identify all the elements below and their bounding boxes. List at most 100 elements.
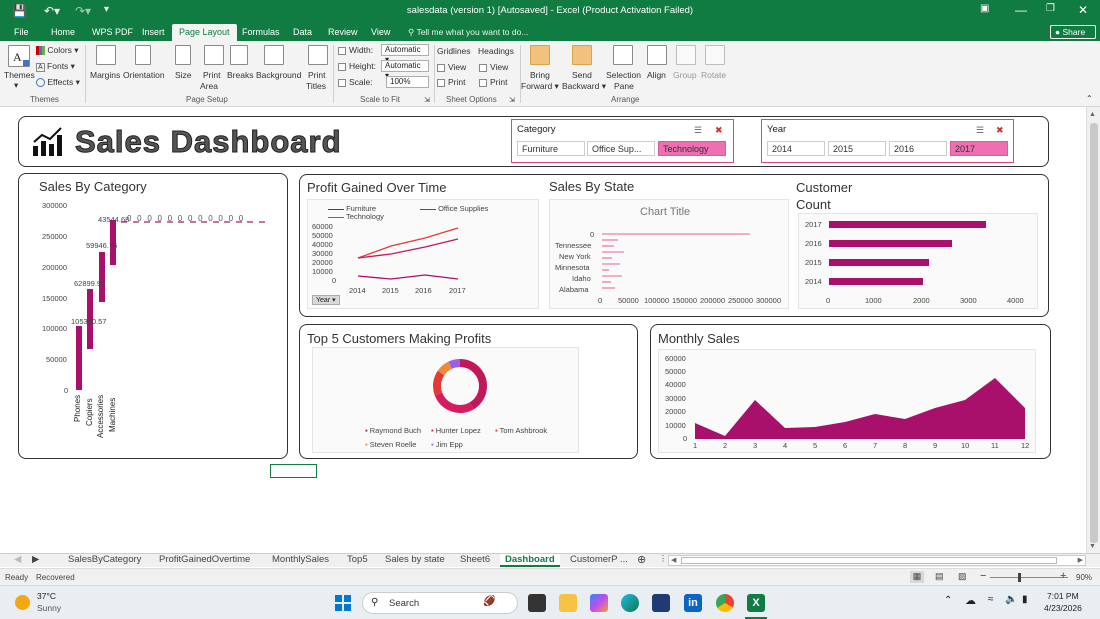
print-titles-button-line2[interactable]: Titles bbox=[306, 81, 326, 92]
sheet-tab-sheet6[interactable]: Sheet6 bbox=[460, 554, 490, 567]
bring-forward-icon[interactable] bbox=[530, 45, 550, 65]
sheet-options-dialog-launcher-icon[interactable]: ⇲ bbox=[509, 95, 515, 106]
orientation-icon[interactable] bbox=[135, 45, 151, 65]
horizontal-scrollbar[interactable]: ◀ ▶ bbox=[668, 555, 1086, 566]
bar-phones[interactable] bbox=[76, 326, 82, 390]
restore-icon[interactable]: ❐ bbox=[1046, 3, 1055, 14]
line-furniture[interactable] bbox=[357, 274, 459, 280]
clear-filter-icon[interactable]: ✖ bbox=[715, 125, 723, 136]
volume-icon[interactable]: 🔈 bbox=[1005, 594, 1017, 605]
multi-select-icon[interactable]: ☰ bbox=[976, 125, 984, 136]
page-break-preview-icon[interactable]: ▧ bbox=[958, 571, 967, 582]
print-area-button-line2[interactable]: Area bbox=[200, 81, 218, 92]
orientation-button[interactable]: Orientation bbox=[123, 70, 165, 81]
monthly-sales-area[interactable] bbox=[695, 378, 1025, 439]
tell-me-search[interactable]: ⚲ Tell me what you want to do... bbox=[408, 27, 528, 38]
sheet-tab-customerp[interactable]: CustomerP ... bbox=[570, 554, 628, 567]
tab-page-layout[interactable]: Page Layout bbox=[172, 24, 237, 41]
onedrive-icon[interactable]: ☁ bbox=[965, 594, 976, 607]
effects-button[interactable]: Effects ▾ bbox=[36, 77, 80, 88]
scroll-tabs-right-icon[interactable]: ▶ bbox=[32, 554, 39, 567]
scale-spinner[interactable]: 100% bbox=[386, 76, 429, 88]
background-icon[interactable] bbox=[264, 45, 284, 65]
bar-2016[interactable] bbox=[829, 240, 952, 247]
battery-icon[interactable]: ▮ bbox=[1022, 594, 1028, 605]
normal-view-icon[interactable]: ▦ bbox=[910, 571, 924, 583]
scroll-right-icon[interactable]: ▶ bbox=[1078, 556, 1083, 564]
bring-forward-button-line2[interactable]: Forward ▾ bbox=[521, 81, 559, 92]
rotate-button[interactable]: Rotate bbox=[701, 70, 726, 81]
profit-lines[interactable] bbox=[344, 224, 534, 284]
sheet-tab-profitgainedovertime[interactable]: ProfitGainedOvertime bbox=[159, 554, 250, 567]
scale-dialog-launcher-icon[interactable]: ⇲ bbox=[424, 95, 430, 106]
selection-pane-button-line2[interactable]: Pane bbox=[614, 81, 634, 92]
colors-button[interactable]: Colors ▾ bbox=[36, 45, 79, 56]
customer-count-chart[interactable]: 2017 2016 2015 2014 0 1000 2000 3000 400… bbox=[798, 213, 1038, 309]
year-slicer[interactable]: Year ☰ ✖ 2014 2015 2016 2017 bbox=[761, 119, 1014, 163]
zoom-slider-thumb[interactable] bbox=[1018, 573, 1021, 582]
send-backward-button-line2[interactable]: Backward ▾ bbox=[562, 81, 606, 92]
profit-over-time-chart[interactable]: Furniture Office Supplies Technology 600… bbox=[307, 199, 539, 309]
background-button[interactable]: Background bbox=[256, 70, 301, 81]
sheet-tab-dashboard[interactable]: Dashboard bbox=[500, 554, 560, 567]
tab-wps-pdf[interactable]: WPS PDF bbox=[92, 27, 133, 37]
scroll-up-icon[interactable]: ▲ bbox=[1089, 111, 1096, 118]
monthly-sales-chart[interactable]: 60000 50000 40000 30000 20000 10000 0 1 … bbox=[658, 349, 1036, 453]
slicer-item-2017[interactable]: 2017 bbox=[950, 141, 1008, 156]
tab-home[interactable]: Home bbox=[51, 27, 75, 37]
slicer-item-2015[interactable]: 2015 bbox=[828, 141, 886, 156]
slicer-item-furniture[interactable]: Furniture bbox=[517, 141, 585, 156]
align-icon[interactable] bbox=[647, 45, 667, 65]
vertical-scrollbar[interactable]: ▲ ▼ bbox=[1086, 107, 1100, 553]
windows-start-icon[interactable] bbox=[334, 594, 352, 612]
horizontal-scroll-thumb[interactable] bbox=[681, 557, 1057, 564]
show-hidden-icons[interactable]: ⌃ bbox=[944, 595, 952, 606]
headings-print-checkbox[interactable]: Print bbox=[479, 77, 507, 88]
print-area-button[interactable]: Print bbox=[203, 70, 220, 81]
worksheet[interactable]: Sales Dashboard Category ☰ ✖ Furniture O… bbox=[0, 107, 1086, 553]
scroll-thumb[interactable] bbox=[1090, 123, 1098, 543]
size-icon[interactable] bbox=[175, 45, 191, 65]
slicer-item-technology[interactable]: Technology bbox=[658, 141, 726, 156]
share-button[interactable]: ● Share bbox=[1050, 25, 1096, 39]
size-button[interactable]: Size bbox=[175, 70, 192, 81]
tab-options-icon[interactable]: ⋮ bbox=[659, 554, 667, 567]
sales-by-state-chart[interactable]: Chart Title 0 Tennessee New York Minneso… bbox=[549, 199, 789, 309]
tab-view[interactable]: View bbox=[371, 27, 390, 37]
selected-cell[interactable] bbox=[270, 464, 317, 478]
monthly-area[interactable] bbox=[693, 356, 1033, 440]
themes-dropdown-icon[interactable]: ▾ bbox=[14, 80, 18, 91]
breaks-icon[interactable] bbox=[230, 45, 248, 65]
task-view-icon[interactable] bbox=[528, 594, 546, 612]
align-button[interactable]: Align bbox=[647, 70, 666, 81]
scroll-left-icon[interactable]: ◀ bbox=[671, 556, 676, 564]
height-dropdown[interactable]: Automatic ▾ bbox=[381, 60, 429, 80]
scroll-tabs-left-icon[interactable]: ◀ bbox=[14, 554, 21, 567]
bring-forward-button[interactable]: Bring bbox=[530, 70, 550, 81]
linkedin-icon[interactable]: in bbox=[684, 594, 702, 612]
bar-2014[interactable] bbox=[829, 278, 923, 285]
minimize-icon[interactable]: — bbox=[1015, 3, 1027, 17]
headings-view-checkbox[interactable]: View bbox=[479, 62, 508, 73]
print-titles-button[interactable]: Print bbox=[308, 70, 325, 81]
microsoft-store-icon[interactable] bbox=[652, 594, 670, 612]
sun-icon[interactable] bbox=[15, 595, 30, 610]
tab-file[interactable]: File bbox=[14, 27, 29, 37]
category-slicer[interactable]: Category ☰ ✖ Furniture Office Sup... Tec… bbox=[511, 119, 734, 163]
zoom-slider[interactable] bbox=[990, 577, 1068, 578]
themes-icon[interactable]: A bbox=[8, 45, 30, 67]
sheet-tab-sales-by-state[interactable]: Sales by state bbox=[385, 554, 445, 567]
themes-button[interactable]: Themes bbox=[4, 70, 35, 81]
width-dropdown[interactable]: Automatic ▾ bbox=[381, 44, 429, 64]
top5-chart[interactable]: ▪ Raymond Buch ▪ Hunter Lopez ▪ Tom Ashb… bbox=[312, 347, 579, 453]
donut-chart[interactable] bbox=[430, 356, 490, 416]
copilot-icon[interactable] bbox=[590, 594, 608, 612]
edge-icon[interactable] bbox=[621, 594, 639, 612]
bar-accessories[interactable] bbox=[99, 252, 105, 302]
file-explorer-icon[interactable] bbox=[559, 594, 577, 612]
clock-time[interactable]: 7:01 PM bbox=[1047, 591, 1079, 601]
selection-pane-icon[interactable] bbox=[613, 45, 633, 65]
tab-insert[interactable]: Insert bbox=[142, 27, 165, 37]
clock-date[interactable]: 4/23/2026 bbox=[1044, 603, 1082, 613]
excel-taskbar-icon[interactable]: X bbox=[747, 594, 765, 612]
